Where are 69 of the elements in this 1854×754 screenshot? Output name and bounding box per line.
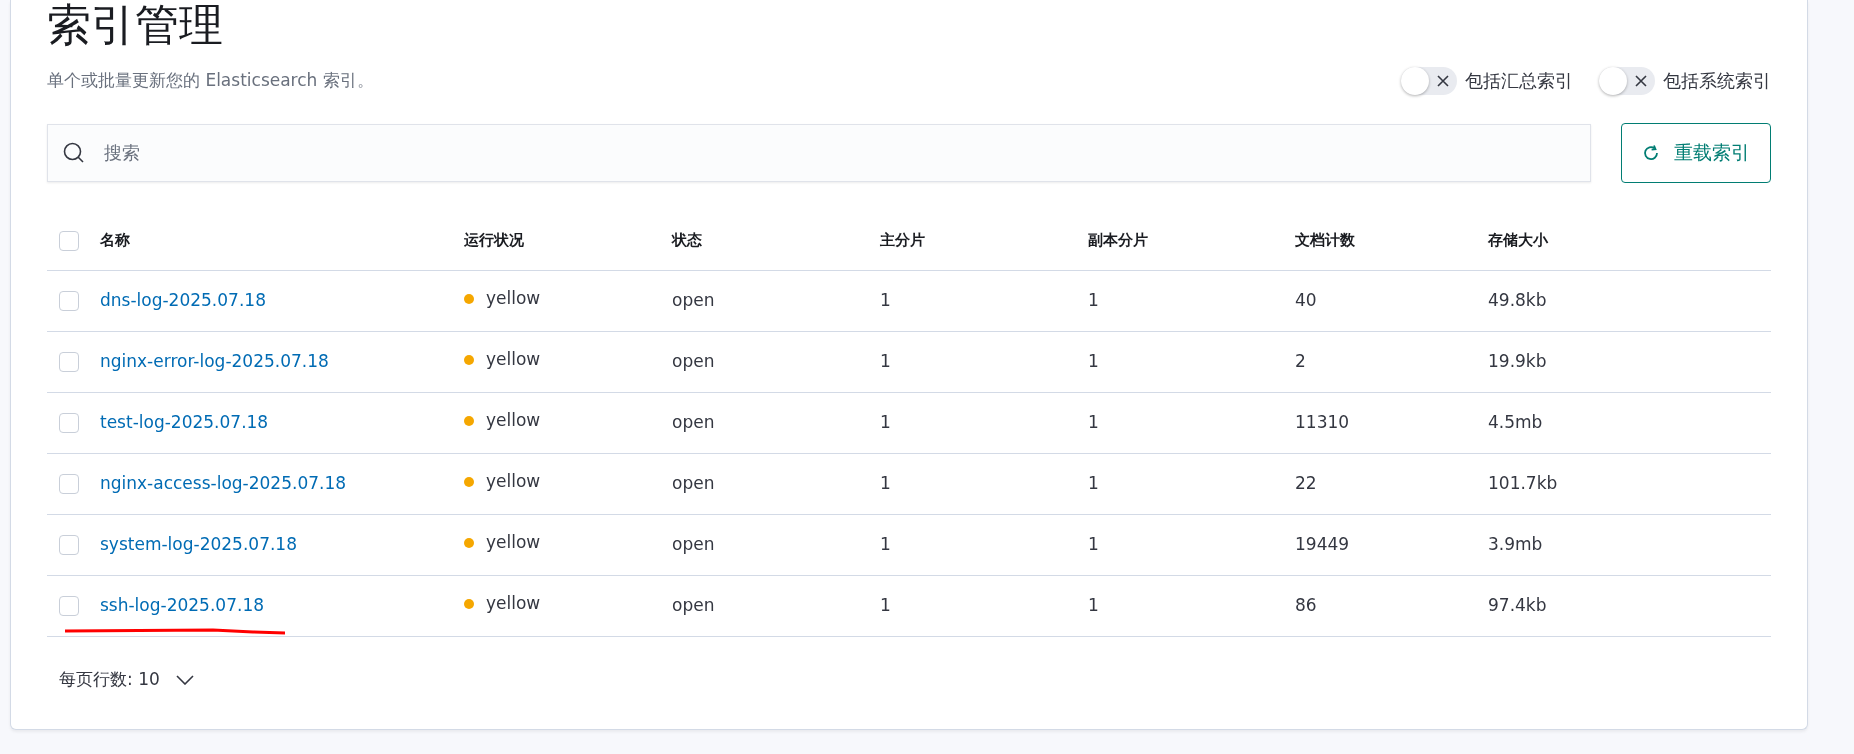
column-header: 存储大小 bbox=[1488, 231, 1548, 250]
table-cell: 1 bbox=[880, 412, 891, 433]
table-cell: 1 bbox=[880, 473, 891, 494]
table-cell: 22 bbox=[1295, 473, 1317, 494]
column-header: 主分片 bbox=[880, 231, 925, 250]
health-text: yellow bbox=[486, 287, 541, 308]
table-cell: 2 bbox=[1295, 351, 1306, 372]
toggle-switch[interactable] bbox=[1599, 66, 1655, 95]
chevron-down-icon bbox=[175, 674, 194, 685]
row-checkbox[interactable] bbox=[59, 291, 79, 312]
health-text: yellow bbox=[486, 409, 541, 430]
column-header: 名称 bbox=[100, 231, 130, 250]
table-cell: 97.4kb bbox=[1488, 595, 1547, 616]
index-name-link[interactable]: ssh-log-2025.07.18 bbox=[100, 595, 264, 616]
health-text: yellow bbox=[486, 470, 541, 491]
table-cell: 1 bbox=[880, 595, 891, 616]
table-cell: 86 bbox=[1295, 595, 1317, 616]
refresh-icon bbox=[1642, 143, 1660, 162]
reload-button[interactable]: 重载索引 bbox=[1621, 122, 1771, 183]
table-cell: 4.5mb bbox=[1488, 412, 1543, 433]
toggle-label: 包括系统索引 bbox=[1663, 69, 1771, 94]
toggle-label: 包括汇总索引 bbox=[1465, 69, 1573, 94]
row-checkbox[interactable] bbox=[59, 352, 79, 373]
table-cell: 1 bbox=[1088, 595, 1099, 616]
table-cell: open bbox=[672, 290, 715, 311]
index-name-link[interactable]: system-log-2025.07.18 bbox=[100, 534, 297, 555]
index-name-link[interactable]: nginx-error-log-2025.07.18 bbox=[100, 351, 329, 372]
row-checkbox[interactable] bbox=[59, 535, 79, 556]
select-all-checkbox[interactable] bbox=[59, 230, 79, 251]
index-name-link[interactable]: nginx-access-log-2025.07.18 bbox=[100, 473, 347, 494]
health-text: yellow bbox=[486, 531, 541, 552]
column-header: 文档计数 bbox=[1295, 231, 1355, 250]
rows-per-page-button[interactable]: 每页行数: 10 bbox=[59, 667, 194, 693]
row-checkbox[interactable] bbox=[59, 413, 79, 434]
table-cell: 1 bbox=[1088, 351, 1099, 372]
table-cell: open bbox=[672, 351, 715, 372]
cross-icon bbox=[1436, 73, 1450, 88]
health-text: yellow bbox=[486, 348, 541, 369]
table-cell: 101.7kb bbox=[1488, 473, 1558, 494]
table-cell: 1 bbox=[880, 290, 891, 311]
table-cell: 1 bbox=[880, 534, 891, 555]
toggle-switch[interactable] bbox=[1401, 66, 1457, 95]
table-cell: 1 bbox=[1088, 412, 1099, 433]
index-name-link[interactable]: dns-log-2025.07.18 bbox=[100, 290, 266, 311]
health-text: yellow bbox=[486, 592, 541, 613]
table-cell: 1 bbox=[1088, 473, 1099, 494]
table-cell: 11310 bbox=[1295, 412, 1350, 433]
table-cell: 40 bbox=[1295, 290, 1317, 311]
row-checkbox[interactable] bbox=[59, 596, 79, 617]
table-cell: open bbox=[672, 534, 715, 555]
table-cell: 19.9kb bbox=[1488, 351, 1547, 372]
table-cell: open bbox=[672, 473, 715, 494]
column-header: 副本分片 bbox=[1088, 231, 1148, 250]
table-cell: open bbox=[672, 412, 715, 433]
table-cell: 1 bbox=[1088, 290, 1099, 311]
row-checkbox[interactable] bbox=[59, 474, 79, 495]
index-name-link[interactable]: test-log-2025.07.18 bbox=[100, 412, 269, 433]
column-header: 状态 bbox=[672, 231, 702, 250]
search-field[interactable]: 搜索 bbox=[47, 123, 1591, 182]
table-cell: 1 bbox=[1088, 534, 1099, 555]
column-header: 运行状况 bbox=[464, 231, 524, 250]
table-cell: open bbox=[672, 595, 715, 616]
table-cell: 3.9mb bbox=[1488, 534, 1543, 555]
page-title: 索引管理 bbox=[47, 0, 224, 51]
cross-icon bbox=[1634, 73, 1648, 88]
page-description: 单个或批量更新您的 Elasticsearch 索引。 bbox=[47, 68, 374, 92]
table-cell: 19449 bbox=[1295, 534, 1350, 555]
table-cell: 1 bbox=[880, 351, 891, 372]
table-cell: 49.8kb bbox=[1488, 290, 1547, 311]
